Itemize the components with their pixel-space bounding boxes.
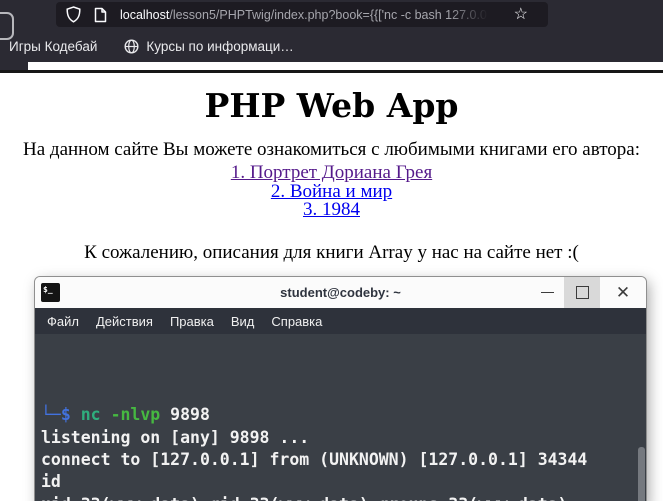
url-path: /lesson5/PHPTwig/index.php?book={{['nc -…	[169, 7, 492, 22]
book-links: 1. Портрет Дориана Грея 2. Война и мир 3. …	[0, 163, 663, 220]
url-host: localhost	[120, 7, 170, 22]
terminal-line: id	[41, 472, 61, 492]
menu-item[interactable]: Вид	[231, 314, 255, 329]
browser-toolbar: localhost/lesson5/PHPTwig/index.php?book…	[0, 0, 663, 40]
close-icon: ✕	[615, 282, 631, 302]
page-icon[interactable]	[94, 7, 107, 23]
url-bar[interactable]: localhost/lesson5/PHPTwig/index.php?book…	[56, 2, 548, 27]
scrollbar-thumb[interactable]	[638, 447, 645, 501]
minimize-button[interactable]	[530, 277, 564, 308]
menu-item[interactable]: Файл	[47, 314, 79, 329]
terminal-window: $_ student@codeby: ~ ✕ Файл Действия Правк…	[35, 277, 646, 501]
terminal-line: uid=33(www-data) gid=33(www-data) groups…	[41, 494, 646, 501]
bookmark-item[interactable]: Игры Кодебай	[9, 39, 97, 54]
maximize-button[interactable]	[564, 277, 600, 308]
globe-icon	[124, 38, 139, 54]
browser-chrome: localhost/lesson5/PHPTwig/index.php?book…	[0, 0, 663, 62]
terminal-menubar: Файл Действия Правка Вид Справка	[35, 308, 646, 334]
bookmark-star-icon[interactable]: ☆	[514, 6, 528, 23]
bookmark-label: Игры Кодебай	[9, 38, 98, 54]
shield-icon[interactable]	[66, 6, 81, 23]
minimize-icon	[540, 292, 554, 293]
menu-item[interactable]: Справка	[271, 314, 322, 329]
window-buttons: ✕	[530, 277, 646, 308]
terminal-line: └─$ nc -nlvp 9898	[41, 405, 210, 425]
maximize-icon	[575, 286, 589, 299]
message-text: К сожалению, описания для книги Array у …	[84, 241, 579, 263]
book-link[interactable]: 1. Портрет Дориана Грея	[0, 163, 663, 183]
bookmark-item[interactable]: Курсы по информаци…	[124, 38, 294, 54]
web-page: PHP Web App На данном сайте Вы можете оз…	[0, 73, 663, 264]
terminal-titlebar[interactable]: $_ student@codeby: ~ ✕	[35, 277, 646, 308]
terminal-output[interactable]: └─$ nc -nlvp 9898 listening on [any] 9898…	[35, 334, 646, 501]
url-text: localhost/lesson5/PHPTwig/index.php?book…	[120, 8, 492, 22]
terminal-line: listening on [any] 9898 ...	[41, 427, 310, 447]
terminal-line: connect to [127.0.0.1] from (UNKNOWN) [1…	[41, 450, 588, 470]
menu-item[interactable]: Действия	[96, 314, 153, 329]
close-button[interactable]: ✕	[600, 277, 646, 308]
divider-strip	[0, 62, 663, 70]
bookmarks-bar: Игры Кодебай Курсы по информаци…	[0, 30, 663, 62]
menu-item[interactable]: Правка	[170, 314, 214, 329]
intro-text: На данном сайте Вы можете ознакомиться с…	[23, 139, 640, 160]
screen: localhost/lesson5/PHPTwig/index.php?book…	[0, 0, 663, 501]
book-link[interactable]: 3. 1984	[0, 200, 663, 220]
bookmark-label: Курсы по информаци…	[146, 38, 294, 54]
page-title: PHP Web App	[204, 86, 459, 125]
